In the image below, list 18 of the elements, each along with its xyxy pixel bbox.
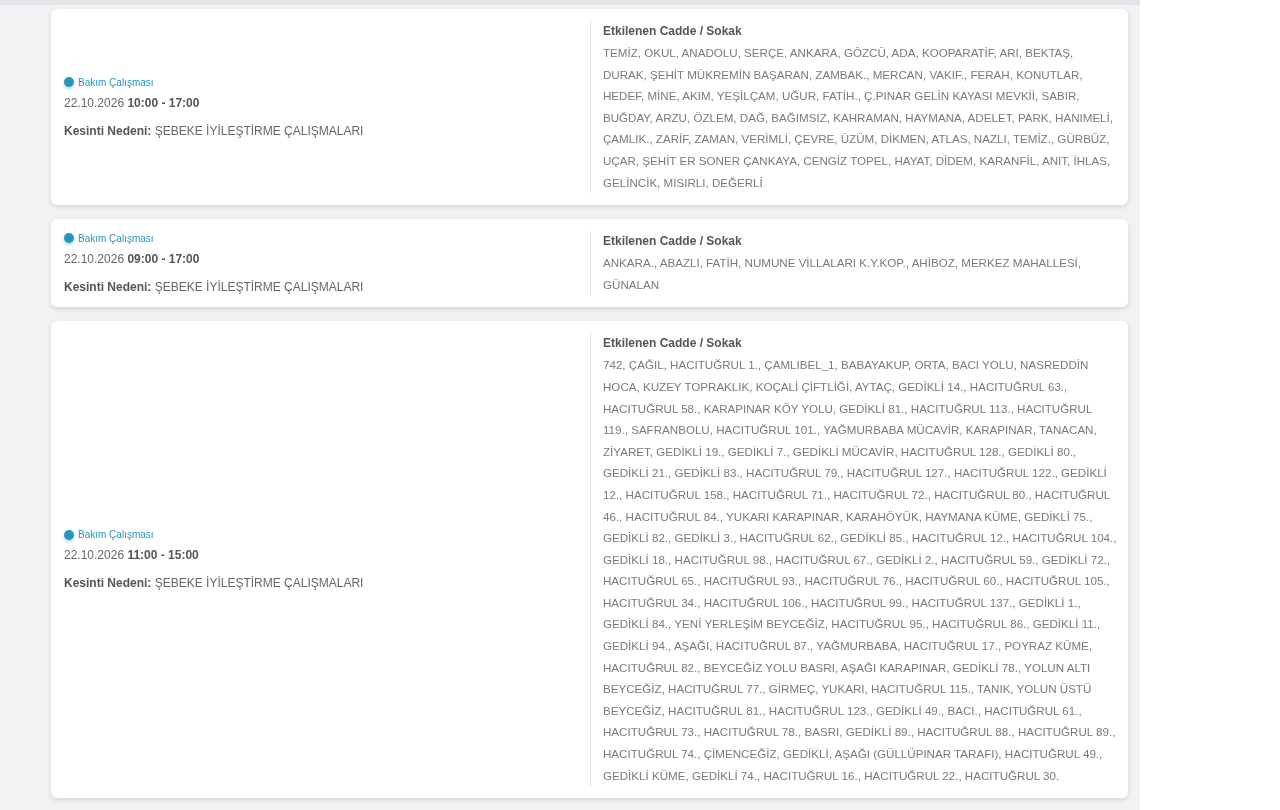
streets-heading: Etkilenen Cadde / Sokak <box>603 335 743 353</box>
reason-text: Kesinti Nedeni: ŞEBEKE İYİLEŞTİRME ÇALIŞMALARI <box>64 279 365 294</box>
streets-heading: Etkilenen Cadde / Sokak <box>603 233 743 251</box>
streets-list: ANKARA., ABAZLI, FATİH, NUMUNE VİLLALARI K.Y.KOP., AHİBOZ, MERKEZ MAHALLESİ, GÜNALAN <box>603 252 1118 296</box>
status-dot-icon <box>64 529 74 540</box>
date-time-text: 22.10.2026 11:00 - 15:00 <box>64 548 200 563</box>
streets-list: TEMİZ, OKUL, ANADOLU, SERÇE, ANKARA, GÖZCÜ, ADA, KOOPARATİF, ARI, BEKTAŞ, DURAK, ŞEHİT MÜKREMİN BAŞARAN, ZAMBAK., MERCAN, VAKIF., FERAH, KONUTLAR, HEDEF, MİNE, AKIM, YEŞİLÇAM, UĞUR, FATİH., Ç.PINAR GELİN KAYASI MEVKİİ, SABIR, BUĞDAY, ARZU, ÖZLEM, DAĞ, BAĞIMSIZ, KAHRAMAN, HAYMANA, ADELET, PARK, HANIMELİ, ÇAMLIK., ZARİF, ZAMAN, VERİMLİ, ÇEVRE, ÜZÜM, DİKMEN, ATLAS, NAZLI, TEMİZ., GÜRBÜZ, UÇAR, ŞEHİT ER SONER ÇANKAYA, CENGİZ TOPEL, HAYAT, DİDEM, KARANFİL, ANIT, İHLAS, GELİNCİK, MISIRLI, DEĞERLİ <box>603 42 1118 194</box>
status-dot-icon <box>64 77 74 88</box>
status-label: Bakım Çalışması <box>78 76 154 88</box>
status-dot-icon <box>64 233 74 244</box>
streets-list: 742, ÇAĞIL, HACITUĞRUL 1., ÇAMLIBEL_1, BABAYAKUP, ORTA, BACI YOLU, NASREDDİN HOCA, KUZEY TOPRAKLIK, KOÇALİ ÇİFTLİĞİ, AYTAÇ, GEDİKLİ 14., HACITUĞRUL 63., HACITUĞRUL 58., KARAPINAR KÖY YOLU, GEDİKLİ 81., HACITUĞRUL 113., HACITUĞRUL 119., SAFRANBOLU, HACITUĞRUL 101., YAĞMURBABA MÜCAVİR, KARAPINAR, TANACAN, ZİYARET, GEDİKLİ 19., GEDİKLİ 7., GEDİKLİ MÜCAVİR, HACITUĞRUL 128., GEDİKLİ 80., GEDİKLİ 21., GEDİKLİ 83., HACITUĞRUL 79., HACITUĞRUL 127., HACITUĞRUL 122., GEDİKLİ 12., HACITUĞRUL 158., HACITUĞRUL 71., HACITUĞRUL 72., HACITUĞRUL 80., HACITUĞRUL 46., HACITUĞRUL 84., YUKARI KARAPINAR, KARAHÖYÜK, HAYMANA KÜME, GEDİKLİ 75., GEDİKLİ 82., GEDİKLİ 3., HACITUĞRUL 62., GEDİKLİ 85., HACITUĞRUL 12., HACITUĞRUL 104., GEDİKLİ 18., HACITUĞRUL 98., HACITUĞRUL 67., GEDİKLİ 2., HACITUĞRUL 59., GEDİKLİ 72., HACITUĞRUL 65., HACITUĞRUL 93., HACITUĞRUL 76., HACITUĞRUL 60., HACITUĞRUL 105., HACITUĞRUL 34., HACITUĞRUL 106., HACITUĞRUL 99., HACITUĞRUL 137., GEDİKLİ 1., GEDİKLİ 84., YENİ YERLEŞİM BEYCEĞİZ, HACITUĞRUL 95., HACITUĞRUL 86., GEDİKLİ 11., GEDİKLİ 94., AŞAĞI, HACITUĞRUL 87., YAĞMURBABA, HACITUĞRUL 17., POYRAZ KÜME, HACITUĞRUL 82., BEYCEĞİZ YOLU BASRI, AŞAĞI KARAPINAR, GEDİKLİ 78., YOLUN ALTI BEYCEĞİZ, HACITUĞRUL 77., GİRMEÇ, YUKARI, HACITUĞRUL 115., TANIK, YOLUN ÜSTÜ BEYCEĞİZ, HACITUĞRUL 81., HACITUĞRUL 123., GEDİKLİ 49., BACI., HACITUĞRUL 61., HACITUĞRUL 73., HACITUĞRUL 78., BASRI, GEDİKLİ 89., HACITUĞRUL 88., HACITUĞRUL 89., HACITUĞRUL 74., ÇİMENCEĞİZ, GEDİKLİ, AŞAĞI (GÜLLÜPINAR TARAFI), HACITUĞRUL 49., GEDİKLİ KÜME, GEDİKLİ 74., HACITUĞRUL 16., HACITUĞRUL 22., HACITUĞRUL 30. <box>603 354 1118 787</box>
reason-text: Kesinti Nedeni: ŞEBEKE İYİLEŞTİRME ÇALIŞMALARI <box>64 123 365 138</box>
date-time-text: 22.10.2026 10:00 - 17:00 <box>64 95 201 110</box>
reason-text: Kesinti Nedeni: ŞEBEKE İYİLEŞTİRME ÇALIŞMALARI <box>64 576 365 591</box>
status-label: Bakım Çalışması <box>78 529 154 541</box>
date-time-text: 22.10.2026 09:00 - 17:00 <box>64 251 201 266</box>
streets-heading: Etkilenen Cadde / Sokak <box>603 23 743 40</box>
status-label: Bakım Çalışması <box>78 232 154 244</box>
